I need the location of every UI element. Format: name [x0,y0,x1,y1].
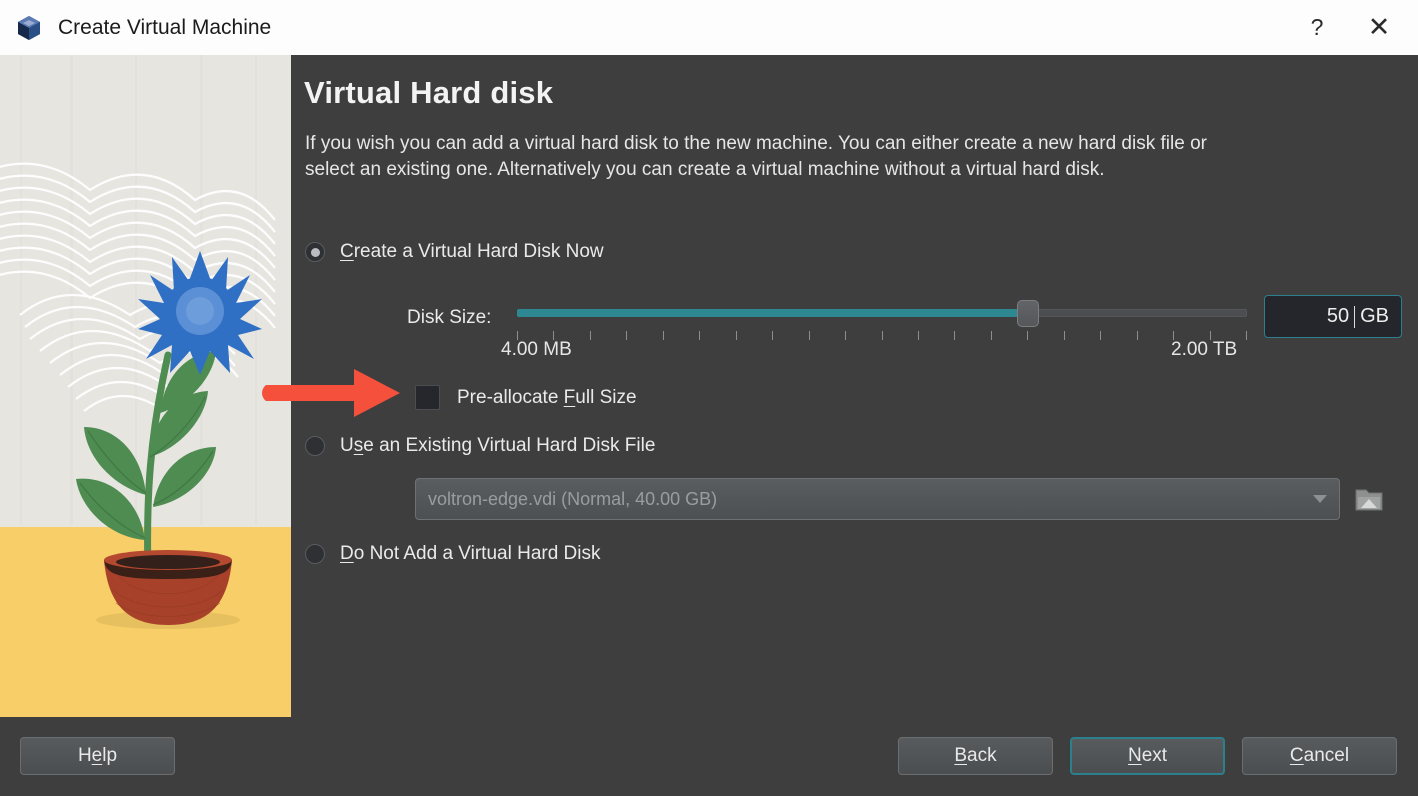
back-button-rest: ack [967,745,997,767]
title-bar: Create Virtual Machine ? ✕ [0,0,1418,55]
slider-tick [772,331,773,340]
folder-up-icon[interactable] [1352,482,1386,516]
preallocate-label-accelerator: F [564,387,576,408]
cancel-button-accelerator: C [1290,745,1304,767]
label-prefix-existing: U [340,435,354,456]
slider-tick [663,331,664,340]
disk-size-label: Disk Size: [407,307,491,329]
radio-label-none: Do Not Add a Virtual Hard Disk [340,543,601,565]
annotation-arrow-icon [258,363,408,423]
existing-disk-row: voltron-edge.vdi (Normal, 40.00 GB) [415,478,1386,520]
slider-tick [1137,331,1138,340]
existing-disk-value: voltron-edge.vdi (Normal, 40.00 GB) [428,489,1313,510]
slider-tick [1064,331,1065,340]
main-panel: Virtual Hard disk If you wish you can ad… [291,55,1418,717]
disk-size-row: Disk Size: 4.00 MB 2.00 TB 50GB [291,279,1418,357]
label-accelerator-create: C [340,241,354,262]
disk-size-max-label: 2.00 TB [1171,339,1237,361]
help-button[interactable]: Help [20,737,175,775]
radio-indicator-create[interactable] [305,242,325,262]
preallocate-full-size-row[interactable]: Pre-allocate Full Size [415,385,637,410]
preallocate-label: Pre-allocate Full Size [457,387,637,409]
page-description: If you wish you can add a virtual hard d… [305,131,1260,183]
slider-tick [590,331,591,340]
window-title: Create Virtual Machine [58,16,271,40]
text-cursor [1354,306,1355,328]
label-accelerator-existing: s [354,435,364,456]
slider-tick [699,331,700,340]
radio-indicator-none[interactable] [305,544,325,564]
preallocate-checkbox[interactable] [415,385,440,410]
slider-tick [1027,331,1028,340]
slider-tick [809,331,810,340]
next-button-rest: ext [1142,745,1167,767]
disk-size-slider[interactable] [517,299,1247,345]
preallocate-label-prefix: Pre-allocate [457,387,564,408]
slider-tick [882,331,883,340]
preallocate-label-rest: ull Size [575,387,636,408]
back-button-accelerator: B [954,745,967,767]
slider-handle[interactable] [1017,300,1039,327]
radio-indicator-existing[interactable] [305,436,325,456]
illustration-art [0,55,291,717]
slider-tick [918,331,919,340]
help-button-accelerator: e [92,745,103,767]
slider-tick [1246,331,1247,340]
help-button-prefix: H [78,745,92,767]
slider-tick [736,331,737,340]
slider-tick [845,331,846,340]
radio-do-not-add-virtual-hard-disk[interactable]: Do Not Add a Virtual Hard Disk [305,543,601,565]
virtualbox-cube-icon [14,13,44,43]
slider-ticks [517,331,1247,341]
radio-dot-create [311,248,320,257]
label-rest-none: o Not Add a Virtual Hard Disk [354,543,601,564]
close-icon[interactable]: ✕ [1348,0,1410,55]
slider-tick [1100,331,1101,340]
existing-disk-combobox[interactable]: voltron-edge.vdi (Normal, 40.00 GB) [415,478,1340,520]
label-accelerator-none: D [340,543,354,564]
slider-tick [991,331,992,340]
slider-tick [626,331,627,340]
chevron-down-icon[interactable] [1313,495,1327,503]
cancel-button-rest: ancel [1304,745,1349,767]
slider-tick [954,331,955,340]
next-button-accelerator: N [1128,745,1142,767]
slider-track-fill [517,309,1028,317]
disk-size-unit: GB [1360,305,1389,328]
dialog-button-bar: Help Back Next Cancel [0,717,1418,796]
next-button[interactable]: Next [1070,737,1225,775]
help-icon[interactable]: ? [1286,0,1348,55]
label-rest-existing: e an Existing Virtual Hard Disk File [363,435,655,456]
disk-size-value: 50 [1327,305,1349,328]
radio-create-virtual-hard-disk-now[interactable]: Create a Virtual Hard Disk Now [305,241,604,263]
disk-size-input[interactable]: 50 GB [1264,295,1402,338]
cancel-button[interactable]: Cancel [1242,737,1397,775]
back-button[interactable]: Back [898,737,1053,775]
radio-use-existing-virtual-hard-disk-file[interactable]: Use an Existing Virtual Hard Disk File [305,435,655,457]
page-title: Virtual Hard disk [304,75,553,111]
radio-label-create: Create a Virtual Hard Disk Now [340,241,604,263]
disk-size-min-label: 4.00 MB [501,339,572,361]
label-rest-create: reate a Virtual Hard Disk Now [354,241,604,262]
create-virtual-machine-dialog: Create Virtual Machine ? ✕ [0,0,1418,796]
help-button-rest: lp [102,745,117,767]
plant-in-pot-illustration [0,55,291,717]
radio-label-existing: Use an Existing Virtual Hard Disk File [340,435,655,457]
